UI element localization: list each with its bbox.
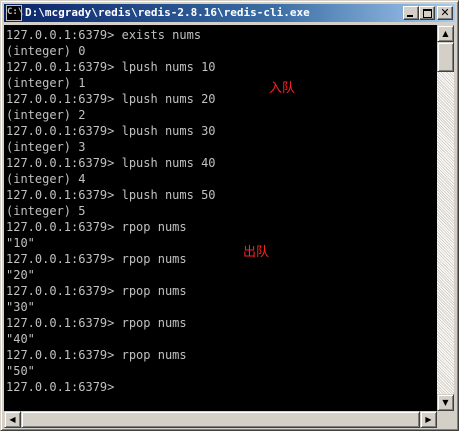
console-line: 127.0.0.1:6379> lpush nums 50: [6, 188, 216, 202]
scroll-right-button[interactable]: ▶: [420, 411, 437, 428]
console-line: 127.0.0.1:6379> rpop nums: [6, 252, 187, 266]
title-bar[interactable]: C:\ D:\mcgrady\redis\redis-2.8.16\redis-…: [4, 4, 455, 22]
console-line: "40": [6, 332, 35, 346]
console-line: (integer) 5: [6, 204, 86, 218]
scroll-down-button[interactable]: ▼: [437, 394, 454, 411]
console-line: "30": [6, 300, 35, 314]
console-line: "10": [6, 236, 35, 250]
arrow-up-icon: ▲: [442, 29, 449, 38]
console-line: (integer) 3: [6, 140, 86, 154]
close-button[interactable]: ✕: [437, 6, 453, 20]
console-line: 127.0.0.1:6379> lpush nums 10: [6, 60, 216, 74]
console-line: 127.0.0.1:6379> exists nums: [6, 28, 202, 42]
console-line: (integer) 4: [6, 172, 86, 186]
console-line: "50": [6, 364, 35, 378]
arrow-down-icon: ▼: [442, 398, 449, 407]
enqueue-annotation: 入队: [269, 81, 296, 96]
close-icon: ✕: [440, 6, 450, 19]
maximize-button[interactable]: [419, 6, 435, 20]
horizontal-scrollbar[interactable]: ◀ ▶: [4, 411, 437, 428]
arrow-right-icon: ▶: [425, 415, 432, 424]
console-app-icon[interactable]: C:\: [6, 5, 23, 21]
size-grip[interactable]: [437, 411, 454, 428]
console-window: C:\ D:\mcgrady\redis\redis-2.8.16\redis-…: [0, 0, 459, 431]
console-line: 127.0.0.1:6379> rpop nums: [6, 284, 187, 298]
arrow-left-icon: ◀: [9, 415, 16, 424]
console-line: 127.0.0.1:6379> rpop nums: [6, 316, 187, 330]
scroll-left-button[interactable]: ◀: [4, 411, 21, 428]
console-line: (integer) 0: [6, 44, 86, 58]
minimize-button[interactable]: [403, 6, 419, 20]
console-line: 127.0.0.1:6379> rpop nums: [6, 348, 187, 362]
scroll-up-button[interactable]: ▲: [437, 25, 454, 42]
dequeue-annotation: 出队: [243, 245, 270, 260]
maximize-icon: [423, 9, 432, 18]
console-lines: 127.0.0.1:6379> exists nums (integer) 0 …: [6, 27, 216, 395]
vertical-scrollbar[interactable]: ▲ ▼: [437, 25, 454, 411]
console-line: "20": [6, 268, 35, 282]
horizontal-scroll-thumb[interactable]: [21, 411, 420, 428]
vertical-scroll-thumb[interactable]: [437, 42, 454, 72]
console-line: 127.0.0.1:6379> rpop nums: [6, 220, 187, 234]
console-line: 127.0.0.1:6379> lpush nums 30: [6, 124, 216, 138]
console-line: (integer) 1: [6, 76, 86, 90]
console-output[interactable]: 127.0.0.1:6379> exists nums (integer) 0 …: [4, 25, 437, 411]
minimize-icon: [407, 15, 413, 17]
console-line: (integer) 2: [6, 108, 86, 122]
console-prompt[interactable]: 127.0.0.1:6379>: [6, 379, 216, 395]
window-title: D:\mcgrady\redis\redis-2.8.16\redis-cli.…: [25, 6, 310, 19]
console-line: 127.0.0.1:6379> lpush nums 20: [6, 92, 216, 106]
console-line: 127.0.0.1:6379> lpush nums 40: [6, 156, 216, 170]
